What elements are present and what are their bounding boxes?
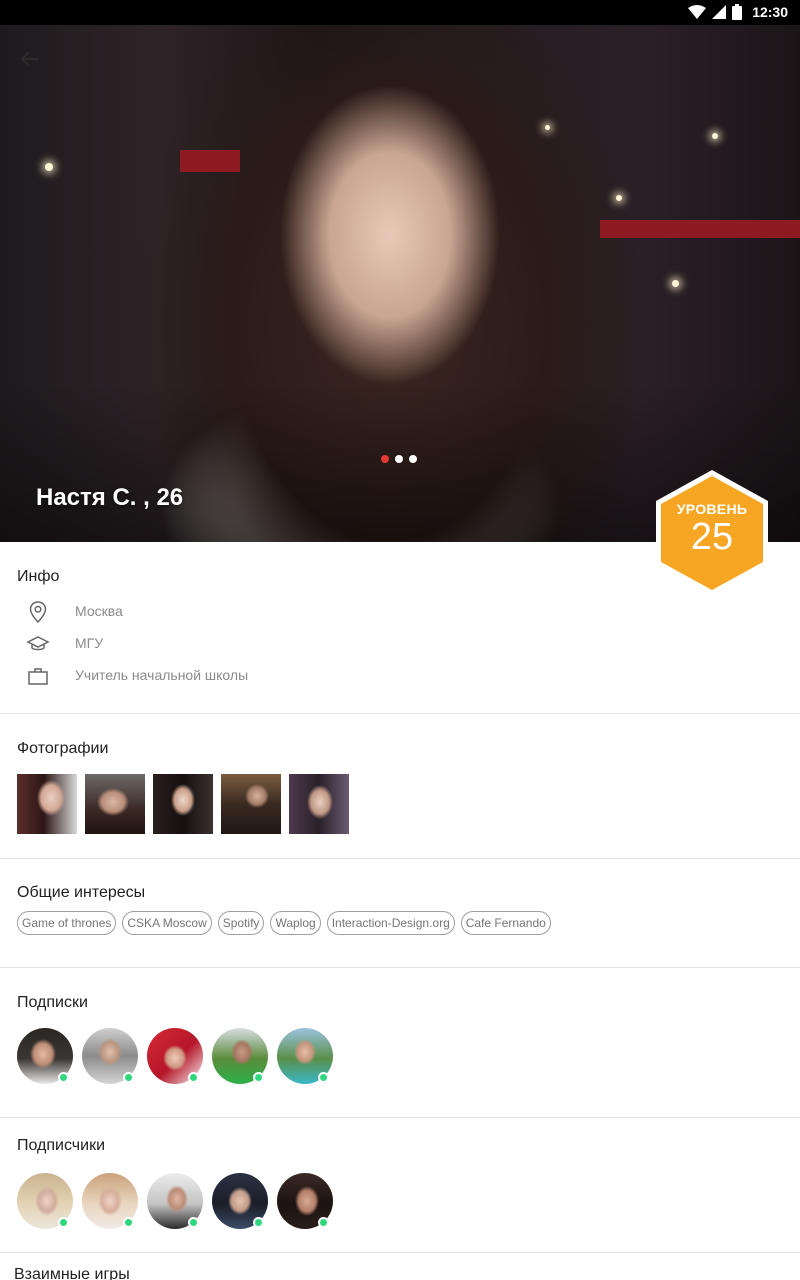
online-indicator <box>123 1217 134 1228</box>
section-title-info: Инфо <box>17 568 60 585</box>
info-job: Учитель начальной школы <box>75 667 249 683</box>
info-university: МГУ <box>75 635 104 651</box>
subscribers-avatars <box>17 1173 333 1229</box>
photo-thumbnail[interactable] <box>17 774 77 834</box>
online-indicator <box>58 1072 69 1083</box>
info-row-job: Учитель начальной школы <box>0 664 600 696</box>
background-neon <box>180 150 240 172</box>
status-icons: 12:30 <box>688 4 788 20</box>
graduation-cap-icon <box>26 636 50 651</box>
photo-thumbnail[interactable] <box>85 774 145 834</box>
online-indicator <box>188 1072 199 1083</box>
battery-icon <box>732 4 743 20</box>
interest-chip[interactable]: Cafe Fernando <box>460 911 551 935</box>
signal-icon <box>712 5 727 19</box>
avatar[interactable] <box>82 1028 138 1084</box>
info-row-city: Москва <box>0 600 600 632</box>
arrow-back-icon <box>20 51 39 67</box>
avatar[interactable] <box>147 1173 203 1229</box>
background-light <box>545 125 550 130</box>
location-pin-icon <box>29 601 47 624</box>
background-neon <box>600 220 800 238</box>
photos-section: Фотографии <box>0 714 800 859</box>
background-light <box>672 280 679 287</box>
interest-chip[interactable]: Spotify <box>217 911 265 935</box>
pager-dot[interactable] <box>381 455 389 463</box>
subscribers-section: Подписчики <box>0 1118 800 1253</box>
section-title-interests: Общие интересы <box>17 884 146 901</box>
avatar[interactable] <box>212 1173 268 1229</box>
interest-chip[interactable]: CSKA Moscow <box>122 911 212 935</box>
back-button[interactable] <box>12 45 48 73</box>
background-light <box>712 133 718 139</box>
info-row-university: МГУ <box>0 632 600 664</box>
interest-chip[interactable]: Game of thrones <box>17 911 117 935</box>
interest-chip[interactable]: Interaction-Design.org <box>326 911 455 935</box>
section-title-subscriptions: Подписки <box>17 994 88 1011</box>
photo-strip <box>17 774 349 834</box>
info-city: Москва <box>75 603 123 619</box>
online-indicator <box>58 1217 69 1228</box>
level-label: УРОВЕНЬ <box>676 501 748 517</box>
photo-thumbnail[interactable] <box>289 774 349 834</box>
photo-thumbnail[interactable] <box>153 774 213 834</box>
section-title-photos: Фотографии <box>17 740 109 757</box>
avatar[interactable] <box>82 1173 138 1229</box>
interests-section: Общие интересы Game of thrones CSKA Mosc… <box>0 859 800 968</box>
status-bar: 12:30 <box>0 0 800 25</box>
briefcase-icon <box>28 668 48 685</box>
subscriptions-avatars <box>17 1028 333 1084</box>
profile-name: Настя С. , 26 <box>36 484 184 511</box>
background-light <box>616 195 622 201</box>
interest-chips: Game of thrones CSKA Moscow Spotify Wapl… <box>17 911 551 935</box>
online-indicator <box>318 1217 329 1228</box>
online-indicator <box>253 1217 264 1228</box>
photo-pager <box>381 455 417 463</box>
status-time: 12:30 <box>752 4 788 20</box>
avatar[interactable] <box>17 1028 73 1084</box>
pager-dot[interactable] <box>409 455 417 463</box>
pager-dot[interactable] <box>395 455 403 463</box>
interest-chip[interactable]: Waplog <box>270 911 321 935</box>
level-value: 25 <box>690 516 734 558</box>
online-indicator <box>253 1072 264 1083</box>
avatar[interactable] <box>212 1028 268 1084</box>
online-indicator <box>188 1217 199 1228</box>
section-title-subscribers: Подписчики <box>17 1137 106 1154</box>
background-light <box>45 163 53 171</box>
online-indicator <box>318 1072 329 1083</box>
level-badge: УРОВЕНЬ 25 <box>652 468 772 598</box>
avatar[interactable] <box>277 1173 333 1229</box>
avatar[interactable] <box>147 1028 203 1084</box>
photo-thumbnail[interactable] <box>221 774 281 834</box>
section-title-mutual-games: Взаимные игры <box>14 1266 130 1280</box>
avatar[interactable] <box>17 1173 73 1229</box>
online-indicator <box>123 1072 134 1083</box>
profile-photo[interactable] <box>0 25 800 542</box>
avatar[interactable] <box>277 1028 333 1084</box>
subscriptions-section: Подписки <box>0 968 800 1118</box>
wifi-icon <box>688 5 707 19</box>
